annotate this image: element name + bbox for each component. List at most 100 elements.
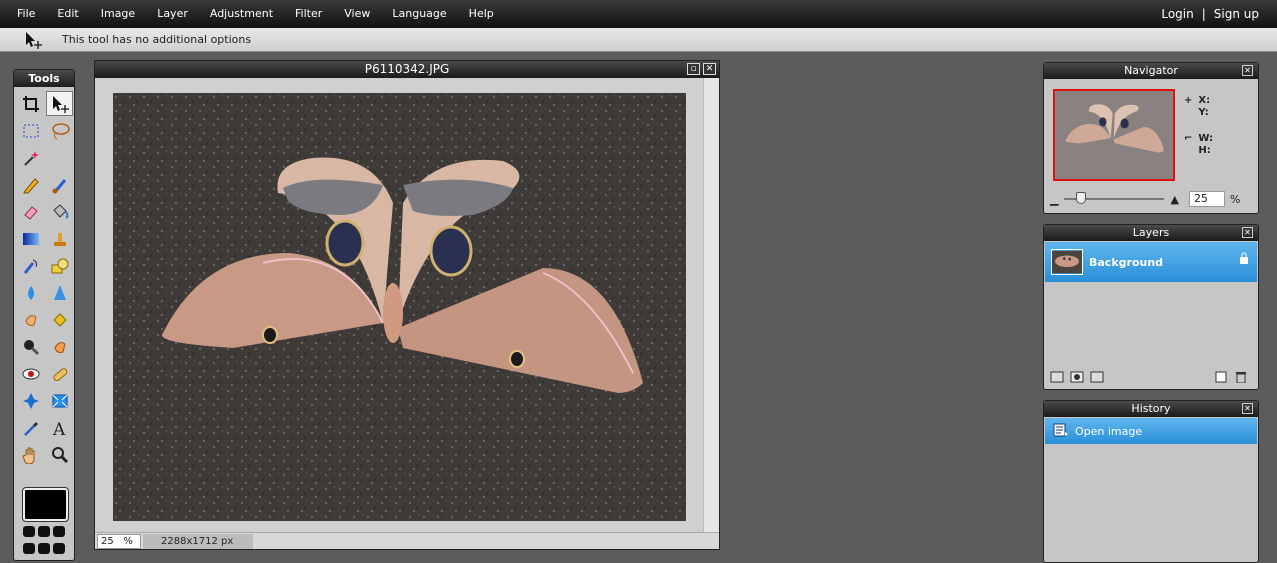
tools-panel: Tools A bbox=[13, 69, 75, 561]
menu-image[interactable]: Image bbox=[90, 0, 146, 28]
zoom-icon[interactable] bbox=[46, 442, 73, 467]
navigator-thumbnail[interactable] bbox=[1053, 89, 1175, 181]
window-controls: ▫ ✕ bbox=[687, 63, 716, 75]
tool-options-text: This tool has no additional options bbox=[62, 33, 252, 46]
tools-panel-title: Tools bbox=[14, 70, 74, 87]
shape-icon[interactable] bbox=[46, 253, 73, 278]
history-panel: History ✕ Open image bbox=[1043, 400, 1259, 563]
layer-item-background[interactable]: Background bbox=[1045, 242, 1257, 282]
login-link[interactable]: Login bbox=[1161, 7, 1193, 21]
clone-stamp-icon[interactable] bbox=[46, 226, 73, 251]
signup-link[interactable]: Sign up bbox=[1214, 7, 1259, 21]
maximize-icon[interactable]: ▫ bbox=[687, 63, 700, 75]
crop-icon[interactable] bbox=[17, 91, 44, 116]
navigator-title: Navigator ✕ bbox=[1044, 63, 1258, 79]
tools-grid: A bbox=[14, 87, 74, 471]
brush-icon[interactable] bbox=[46, 172, 73, 197]
pinch-icon[interactable] bbox=[46, 388, 73, 413]
menu-edit[interactable]: Edit bbox=[46, 0, 89, 28]
navigator-title-text: Navigator bbox=[1124, 64, 1178, 77]
color-picker-icon[interactable] bbox=[17, 415, 44, 440]
type-icon[interactable]: A bbox=[46, 415, 73, 440]
x-label: X: bbox=[1198, 95, 1211, 106]
gradient-icon[interactable] bbox=[17, 226, 44, 251]
drop-icon[interactable] bbox=[17, 280, 44, 305]
svg-text:A: A bbox=[52, 420, 66, 437]
layers-title-text: Layers bbox=[1132, 226, 1170, 239]
history-title-text: History bbox=[1131, 402, 1171, 415]
zoom-slider[interactable] bbox=[1064, 192, 1165, 204]
layers-toolbar bbox=[1050, 369, 1254, 385]
history-title: History ✕ bbox=[1044, 401, 1258, 417]
spot-heal-icon[interactable] bbox=[46, 361, 73, 386]
account-links: Login | Sign up bbox=[1161, 0, 1259, 28]
tool-presets[interactable] bbox=[23, 526, 69, 556]
layer-mask-icon[interactable] bbox=[1070, 371, 1084, 383]
image-window-titlebar[interactable]: P6110342.JPG ▫ ✕ bbox=[95, 61, 719, 78]
smudge-icon[interactable] bbox=[17, 307, 44, 332]
link-separator: | bbox=[1201, 7, 1206, 21]
h-label: H: bbox=[1198, 145, 1211, 156]
history-item-open-image[interactable]: Open image bbox=[1045, 418, 1257, 444]
y-label: Y: bbox=[1198, 107, 1209, 118]
selection-size-icon: ⌐ bbox=[1184, 133, 1193, 144]
sharpen-icon[interactable] bbox=[46, 280, 73, 305]
navigator-zoom-input[interactable]: 25 bbox=[1188, 191, 1225, 207]
cursor-position: + X: Y: bbox=[1184, 95, 1213, 119]
navigator-zoom-controls: ▁ ▲ 25 % bbox=[1050, 191, 1254, 207]
new-layer-icon[interactable] bbox=[1214, 371, 1228, 383]
marquee-icon[interactable] bbox=[17, 118, 44, 143]
history-item-label: Open image bbox=[1075, 424, 1143, 438]
lasso-icon[interactable] bbox=[46, 118, 73, 143]
dodge-icon[interactable] bbox=[46, 334, 73, 359]
menu-layer[interactable]: Layer bbox=[146, 0, 199, 28]
moth-photo bbox=[113, 93, 686, 521]
tool-options-bar: This tool has no additional options bbox=[0, 28, 1277, 52]
vertical-scrollbar[interactable] bbox=[703, 78, 719, 532]
eraser-icon[interactable] bbox=[17, 199, 44, 224]
w-label: W: bbox=[1198, 133, 1214, 144]
zoom-field[interactable]: 25 % bbox=[97, 533, 141, 549]
move-icon[interactable] bbox=[46, 91, 73, 116]
lock-icon bbox=[1239, 252, 1249, 267]
document-icon bbox=[1053, 423, 1069, 440]
delete-layer-icon[interactable] bbox=[1234, 371, 1248, 384]
close-icon[interactable]: ✕ bbox=[703, 63, 716, 75]
menu-help[interactable]: Help bbox=[458, 0, 505, 28]
image-title: P6110342.JPG bbox=[364, 62, 450, 76]
empty-tool-slot bbox=[46, 145, 73, 170]
crosshair-icon: + bbox=[1184, 95, 1193, 106]
menu-file[interactable]: File bbox=[0, 0, 46, 28]
image-dimensions: 2288x1712 px bbox=[143, 533, 254, 549]
menu-adjustment[interactable]: Adjustment bbox=[199, 0, 284, 28]
image-status-bar: 25 % 2288x1712 px bbox=[95, 532, 719, 549]
navigator-panel: Navigator ✕ + X: Y: ⌐ W: H: ▁ ▲ 25 % bbox=[1043, 62, 1259, 214]
bloat-icon[interactable] bbox=[17, 388, 44, 413]
sponge-icon[interactable] bbox=[46, 307, 73, 332]
pencil-icon[interactable] bbox=[17, 172, 44, 197]
zoom-slider-knob[interactable] bbox=[1076, 192, 1087, 204]
zoom-in-icon[interactable]: ▲ bbox=[1170, 193, 1178, 206]
menu-view[interactable]: View bbox=[333, 0, 381, 28]
selection-size: ⌐ W: H: bbox=[1184, 133, 1213, 157]
layer-styles-icon[interactable] bbox=[1090, 371, 1104, 383]
magic-wand-icon[interactable] bbox=[17, 145, 44, 170]
hand-icon[interactable] bbox=[17, 442, 44, 467]
red-eye-icon[interactable] bbox=[17, 361, 44, 386]
layer-thumbnail bbox=[1051, 249, 1083, 275]
close-icon[interactable]: ✕ bbox=[1242, 227, 1253, 238]
burn-icon[interactable] bbox=[17, 334, 44, 359]
menu-language[interactable]: Language bbox=[381, 0, 457, 28]
layers-title: Layers ✕ bbox=[1044, 225, 1258, 241]
bucket-icon[interactable] bbox=[46, 199, 73, 224]
canvas-area[interactable] bbox=[95, 78, 703, 532]
foreground-color-swatch[interactable] bbox=[22, 487, 69, 522]
color-replace-icon[interactable] bbox=[17, 253, 44, 278]
navigator-coordinates: + X: Y: ⌐ W: H: bbox=[1184, 95, 1213, 171]
close-icon[interactable]: ✕ bbox=[1242, 403, 1253, 414]
menu-bar: File Edit Image Layer Adjustment Filter … bbox=[0, 0, 1277, 28]
close-icon[interactable]: ✕ bbox=[1242, 65, 1253, 76]
menu-filter[interactable]: Filter bbox=[284, 0, 333, 28]
layer-settings-icon[interactable] bbox=[1050, 371, 1064, 383]
zoom-out-icon[interactable]: ▁ bbox=[1050, 193, 1058, 206]
